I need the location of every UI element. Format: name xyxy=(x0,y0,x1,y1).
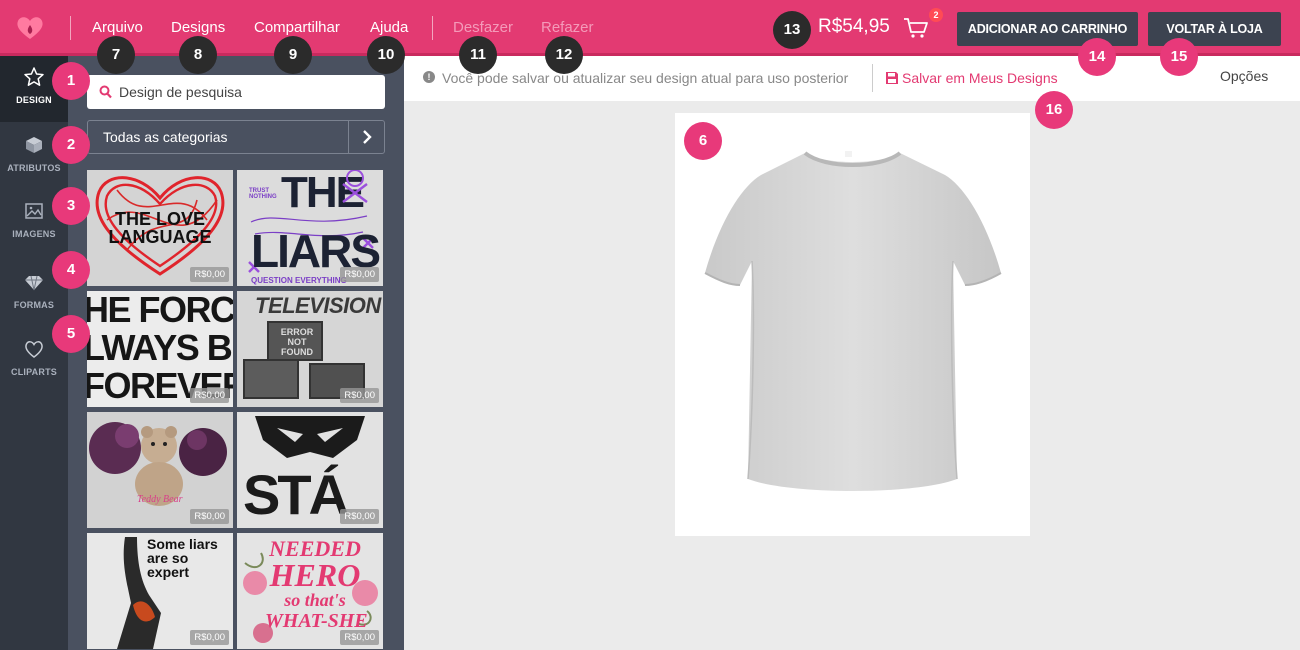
callout-badge: 11 xyxy=(459,36,497,74)
design-line: HE FORCE xyxy=(87,291,233,330)
callout-badge: 2 xyxy=(52,126,90,164)
callout-badge: 3 xyxy=(52,187,90,225)
save-label: Salvar em Meus Designs xyxy=(902,70,1058,86)
callout-badge: 8 xyxy=(179,36,217,74)
search-box[interactable] xyxy=(87,75,385,109)
design-line: HERO xyxy=(269,557,361,593)
divider xyxy=(70,16,71,40)
undo-button[interactable]: Desfazer xyxy=(453,19,513,36)
callout-badge: 13 xyxy=(773,11,811,49)
search-icon xyxy=(99,85,112,99)
design-price: R$0,00 xyxy=(190,388,229,403)
callout-badge: 9 xyxy=(274,36,312,74)
design-thumbnail[interactable]: THE LOVE LANGUAGE R$0,00 xyxy=(87,170,233,286)
search-input[interactable] xyxy=(119,75,379,109)
category-select[interactable]: Todas as categorias xyxy=(87,120,385,154)
tshirt-mockup xyxy=(704,151,1002,491)
callout-badge: 5 xyxy=(52,315,90,353)
design-price: R$0,00 xyxy=(340,388,379,403)
info-icon: ! xyxy=(423,71,435,83)
design-line: WHAT-SHE xyxy=(265,610,368,632)
callout-badge: 15 xyxy=(1160,38,1198,76)
cart-count-badge: 2 xyxy=(929,8,943,22)
sidebar-item-label: IMAGENS xyxy=(12,229,56,239)
sidebar-item-label: ATRIBUTOS xyxy=(7,163,61,173)
star-icon xyxy=(24,67,44,86)
save-to-my-designs-button[interactable]: Salvar em Meus Designs xyxy=(885,70,1058,86)
sidebar-item-label: CLIPARTS xyxy=(11,367,57,377)
design-price: R$0,00 xyxy=(190,509,229,524)
callout-badge: 10 xyxy=(367,36,405,74)
heart-icon xyxy=(25,341,43,358)
menu-ajuda[interactable]: Ajuda xyxy=(370,19,408,36)
design-title: STÁ xyxy=(243,463,349,526)
design-price: R$0,00 xyxy=(190,267,229,282)
design-thumbnail[interactable]: HE FORCE LWAYS BE FOREVER R$0,00 xyxy=(87,291,233,407)
callout-badge: 7 xyxy=(97,36,135,74)
design-thumbnail[interactable]: NEEDED HERO so that's WHAT-SHE R$0,00 xyxy=(237,533,383,649)
add-to-cart-button[interactable]: ADICIONAR AO CARRINHO xyxy=(957,12,1138,46)
chevron-right-icon xyxy=(363,130,372,144)
design-line: so that's xyxy=(284,590,346,610)
callout-badge: 6 xyxy=(684,122,722,160)
design-canvas[interactable] xyxy=(675,113,1030,536)
design-thumbnail[interactable]: Teddy Bear R$0,00 xyxy=(87,412,233,528)
heart-logo-icon[interactable] xyxy=(16,16,44,40)
menu-designs[interactable]: Designs xyxy=(171,19,225,36)
design-thumbnail[interactable]: STÁ R$0,00 xyxy=(237,412,383,528)
design-title: THE LOVE LANGUAGE xyxy=(108,209,212,247)
cube-icon xyxy=(26,137,42,153)
divider xyxy=(432,16,433,40)
category-label: Todas as categorias xyxy=(103,129,228,145)
design-line: LWAYS BE xyxy=(87,327,233,368)
floppy-disk-icon xyxy=(886,72,898,84)
info-message: Você pode salvar ou atualizar seu design… xyxy=(442,70,849,86)
design-caption: QUESTION EVERYTHING xyxy=(251,276,347,285)
total-price: R$54,95 xyxy=(818,16,890,37)
callout-badge: 12 xyxy=(545,36,583,74)
design-title: Some liars are so expert xyxy=(147,536,218,580)
design-thumbnail[interactable]: TRUST NOTHING THE LIARS QUESTION EVERYTH… xyxy=(237,170,383,286)
menu-arquivo[interactable]: Arquivo xyxy=(92,19,143,36)
callout-badge: 4 xyxy=(52,251,90,289)
design-title: Teddy Bear xyxy=(137,494,183,505)
sidebar-item-label: FORMAS xyxy=(13,300,55,310)
callout-badge: 14 xyxy=(1078,38,1116,76)
design-thumbnail[interactable]: TELEVISION ERROR NOT FOUND R$0,00 xyxy=(237,291,383,407)
category-next-button[interactable] xyxy=(348,121,384,153)
redo-button[interactable]: Refazer xyxy=(541,19,594,36)
cart-icon[interactable] xyxy=(903,16,929,40)
design-thumbnail[interactable]: Some liars are so expert R$0,00 xyxy=(87,533,233,649)
design-price: R$0,00 xyxy=(340,267,379,282)
tv-screen xyxy=(243,359,299,399)
sidebar-item-label: DESIGN xyxy=(16,95,52,105)
callout-badge: 16 xyxy=(1035,91,1073,129)
design-price: R$0,00 xyxy=(340,630,379,645)
design-panel: Todas as categorias THE LOVE LANGUAGE R$… xyxy=(68,56,404,650)
diamond-icon xyxy=(25,275,43,291)
options-link[interactable]: Opções xyxy=(1220,68,1268,84)
image-icon xyxy=(25,203,43,219)
design-title: NEEDED HERO so that's WHAT-SHE xyxy=(265,537,368,632)
menu-compartilhar[interactable]: Compartilhar xyxy=(254,19,340,36)
design-title: TELEVISION xyxy=(255,293,381,318)
divider xyxy=(872,64,873,92)
callout-badge: 1 xyxy=(52,62,90,100)
design-price: R$0,00 xyxy=(190,630,229,645)
design-price: R$0,00 xyxy=(340,509,379,524)
design-caption: ERROR NOT FOUND xyxy=(280,327,314,357)
